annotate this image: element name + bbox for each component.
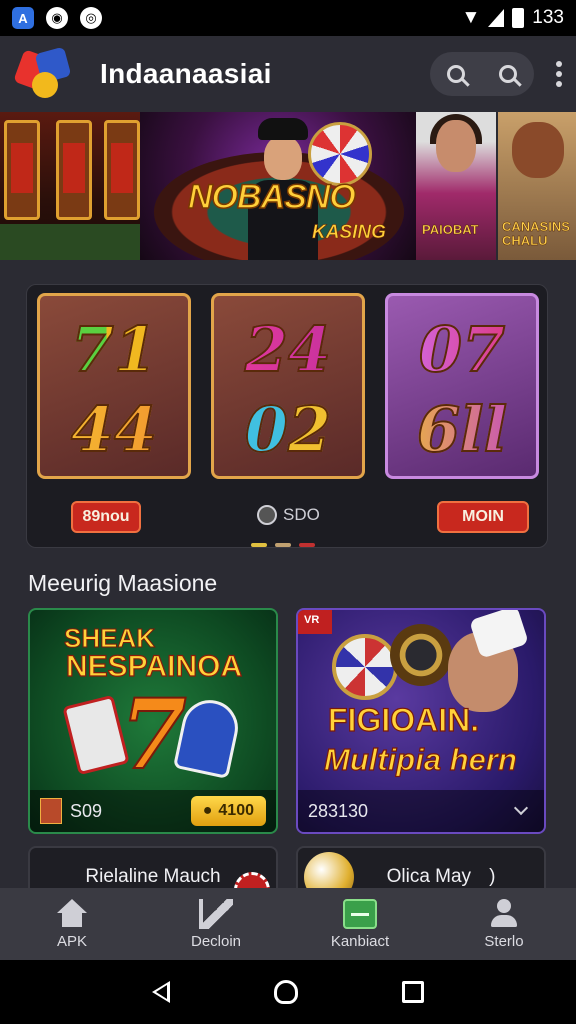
card-play-button[interactable]: ● 4100 <box>190 796 266 826</box>
roulette-wheel-icon <box>332 634 398 700</box>
reel-number: 07 <box>388 310 536 390</box>
coin-icon: ● <box>202 802 213 819</box>
reel-number: 6ll <box>388 390 536 470</box>
back-icon[interactable] <box>152 981 170 1003</box>
game-card[interactable]: VR FIGIOAIN. Multipia hern 283130 <box>296 608 546 834</box>
banner-tile-2[interactable]: CANASINS CHALU <box>496 112 576 260</box>
card-footer-value: 283130 <box>308 800 369 821</box>
nav-item-apk[interactable]: APK <box>0 888 144 960</box>
slot-right-button[interactable]: MOIN <box>437 501 529 533</box>
search-icon[interactable] <box>447 65 465 83</box>
card-footer: S09 ● 4100 <box>30 790 276 832</box>
section-title: Meeurig Maasione <box>28 570 218 596</box>
battery-icon <box>512 8 525 28</box>
bottom-navigation: APK Decloin Kanbiact Sterlo <box>0 888 576 960</box>
nav-label: Kanbiact <box>330 932 390 950</box>
corner-tag: VR <box>298 610 332 634</box>
app-logo[interactable] <box>13 44 78 104</box>
nav-label: Sterlo <box>484 932 524 950</box>
chevron-down-icon[interactable] <box>513 800 529 816</box>
user-icon <box>487 898 521 929</box>
banner-tile-2-label: CANASINS CHALU <box>502 219 570 248</box>
card-title: Multipia hern <box>323 741 517 777</box>
seven-symbol: 7 <box>119 678 188 791</box>
banner-subtitle: KASING <box>312 222 387 244</box>
home-button-icon[interactable] <box>274 980 298 1004</box>
card-label-suffix: ) <box>489 866 496 887</box>
banner-roulette: NOBASNO KASING <box>140 112 416 260</box>
nav-item-kanbiact[interactable]: Kanbiact <box>288 888 432 960</box>
app-header: Indaanaasiai <box>0 36 576 112</box>
reel-number: 24 <box>214 310 362 390</box>
app-circle-icon: ◎ <box>80 7 102 29</box>
banner-tile-1[interactable]: PAIOBAT <box>416 112 496 260</box>
carousel-dot[interactable] <box>251 543 267 547</box>
clock: 133 <box>532 7 564 28</box>
carousel-dot[interactable] <box>299 543 315 547</box>
slot-center-text: SDO <box>283 505 320 524</box>
slot-center-value: SDO <box>257 505 320 525</box>
slot-reel[interactable]: 24 02 <box>211 293 365 479</box>
search-alt-icon[interactable] <box>499 65 517 83</box>
more-vertical-icon[interactable] <box>556 61 562 87</box>
reel-number: 71 <box>40 310 188 390</box>
card-label: Rielaline Mauch <box>85 866 221 887</box>
reel-number: 44 <box>40 390 188 470</box>
slot-reel[interactable]: 07 6ll <box>385 293 539 479</box>
card-badge-icon <box>40 798 62 824</box>
nav-label: Decloin <box>190 932 242 950</box>
card-label: Olica May <box>386 866 472 887</box>
carousel-dot[interactable] <box>275 543 291 547</box>
wallet-icon <box>343 898 377 929</box>
gold-wheel-icon <box>390 624 452 686</box>
slot-reel[interactable]: 71 44 <box>37 293 191 479</box>
nav-label: APK <box>56 932 87 950</box>
signal-icon <box>488 9 505 27</box>
hero-banner[interactable]: NOBASNO KASING PAIOBAT CANASINS CHALU <box>0 112 576 260</box>
search-pill[interactable] <box>430 52 534 96</box>
coin-icon <box>257 505 277 525</box>
card-footer: 283130 <box>298 790 544 832</box>
slot-machine-panel: 71 44 24 02 07 6ll 89nou SDO MOIN <box>26 284 548 548</box>
slot-left-button[interactable]: 89nou <box>71 501 141 533</box>
card-play-label: 4100 <box>218 802 254 819</box>
card-title-top: SHEAK <box>63 623 156 653</box>
app-title: Indaanaasiai <box>100 58 272 89</box>
banner-slot-machines <box>0 112 140 260</box>
game-card[interactable]: SHEAK NESPAINOA 7 S09 ● 4100 <box>28 608 278 834</box>
system-navigation-bar <box>0 960 576 1024</box>
app-circle-icon: ◉ <box>46 7 68 29</box>
nav-item-decloin[interactable]: Decloin <box>144 888 288 960</box>
app-screen: A ◉ ◎ ▼ 133 Indaanaasiai NOBASNO KASING … <box>0 0 576 1024</box>
card-title-top: FIGIOAIN. <box>327 701 480 738</box>
home-icon <box>55 898 89 929</box>
status-bar: A ◉ ◎ ▼ 133 <box>0 0 576 36</box>
app-a-icon: A <box>12 7 34 29</box>
flag-icon <box>199 898 233 929</box>
status-right: ▼ 133 <box>461 7 564 29</box>
card-footer-value: S09 <box>70 800 103 821</box>
wifi-icon: ▼ <box>461 7 481 28</box>
banner-logo: NOBASNO <box>187 177 356 217</box>
carousel-dots[interactable] <box>251 543 315 547</box>
reel-number: 02 <box>214 390 362 470</box>
nav-item-sterlo[interactable]: Sterlo <box>432 888 576 960</box>
banner-tile-1-label: PAIOBAT <box>422 222 479 237</box>
recents-icon[interactable] <box>402 981 424 1003</box>
dice-icon <box>469 610 529 659</box>
